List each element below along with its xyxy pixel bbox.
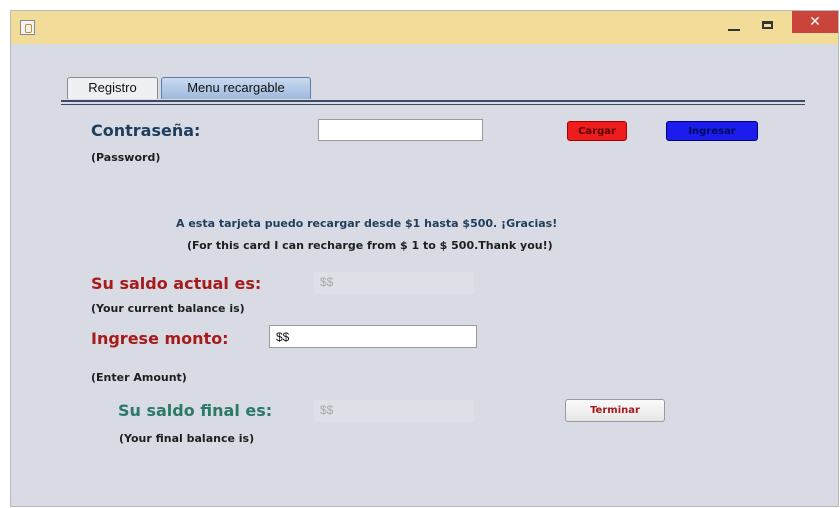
final-balance-sublabel: (Your final balance is) bbox=[119, 432, 255, 445]
amount-label: Ingrese monto: bbox=[91, 329, 229, 348]
final-balance-label: Su saldo final es: bbox=[118, 401, 273, 420]
recharge-info-en: (For this card I can recharge from $ 1 t… bbox=[187, 239, 553, 252]
current-balance-sublabel: (Your current balance is) bbox=[91, 302, 245, 315]
amount-sublabel: (Enter Amount) bbox=[91, 371, 187, 384]
amount-field[interactable] bbox=[269, 325, 477, 348]
app-window: ✕ Registro Menu recargable Contraseña: C… bbox=[10, 10, 839, 507]
terminar-button[interactable]: Terminar bbox=[565, 399, 665, 422]
final-balance-field: $$ bbox=[314, 400, 474, 422]
minimize-icon[interactable] bbox=[722, 16, 746, 36]
tab-registro[interactable]: Registro bbox=[67, 77, 158, 99]
password-label: Contraseña: bbox=[91, 121, 201, 140]
title-bar[interactable]: ✕ bbox=[11, 11, 838, 44]
cargar-button[interactable]: Cargar bbox=[567, 121, 627, 141]
current-balance-field: $$ bbox=[314, 272, 474, 294]
java-cup-icon bbox=[20, 20, 35, 35]
recharge-info-es: A esta tarjeta puedo recargar desde $1 h… bbox=[176, 217, 558, 230]
maximize-icon[interactable] bbox=[756, 16, 780, 36]
tab-divider bbox=[61, 100, 805, 102]
password-field[interactable] bbox=[318, 119, 483, 141]
current-balance-label: Su saldo actual es: bbox=[91, 274, 262, 293]
tab-menu-recargable[interactable]: Menu recargable bbox=[161, 77, 311, 99]
close-icon[interactable]: ✕ bbox=[792, 11, 838, 33]
ingresar-button[interactable]: Ingresar bbox=[666, 121, 758, 141]
password-sublabel: (Password) bbox=[91, 151, 161, 164]
tab-divider-shadow bbox=[61, 104, 805, 105]
